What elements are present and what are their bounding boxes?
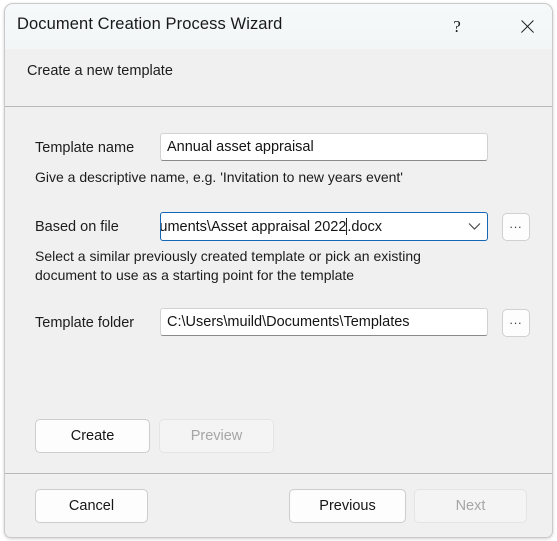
close-icon [519,18,536,35]
template-name-hint: Give a descriptive name, e.g. 'Invitatio… [35,169,403,185]
based-on-file-hint: Select a similar previously created temp… [35,248,421,283]
question-mark-icon: ? [453,16,461,36]
template-folder-browse-button[interactable]: ... [502,309,530,337]
previous-button[interactable]: Previous [289,489,406,523]
based-on-file-visible-text-tail: .docx [347,218,383,235]
next-button[interactable]: Next [414,489,527,523]
based-on-file-label: Based on file [35,219,119,235]
page-subtitle: Create a new template [27,63,173,79]
window-title: Document Creation Process Wizard [17,15,283,33]
close-button[interactable] [510,10,544,42]
template-folder-input[interactable]: C:\Users\muild\Documents\Templates [160,308,488,336]
footer-bar: Cancel Previous Next [5,474,552,537]
preview-button[interactable]: Preview [159,419,274,453]
based-on-file-input[interactable]: uild\Documents\Asset appraisal 2022.docx [161,218,461,235]
chevron-down-icon[interactable] [461,222,487,231]
template-folder-label: Template folder [35,315,135,331]
cancel-button[interactable]: Cancel [35,489,148,523]
form-area: Template name Annual asset appraisal Giv… [5,107,552,473]
based-on-file-visible-text: uild\Documents\Asset appraisal 2022 [161,218,347,235]
based-on-file-browse-button[interactable]: ... [502,213,530,241]
based-on-file-combobox[interactable]: uild\Documents\Asset appraisal 2022.docx [160,212,488,241]
template-name-input[interactable]: Annual asset appraisal [160,133,488,161]
help-button[interactable]: ? [440,10,474,42]
template-name-label: Template name [35,140,135,156]
header-band: Create a new template [5,49,552,106]
wizard-dialog-window: Document Creation Process Wizard ? Creat… [4,3,553,538]
title-bar: Document Creation Process Wizard ? [5,4,552,49]
create-button[interactable]: Create [35,419,150,453]
